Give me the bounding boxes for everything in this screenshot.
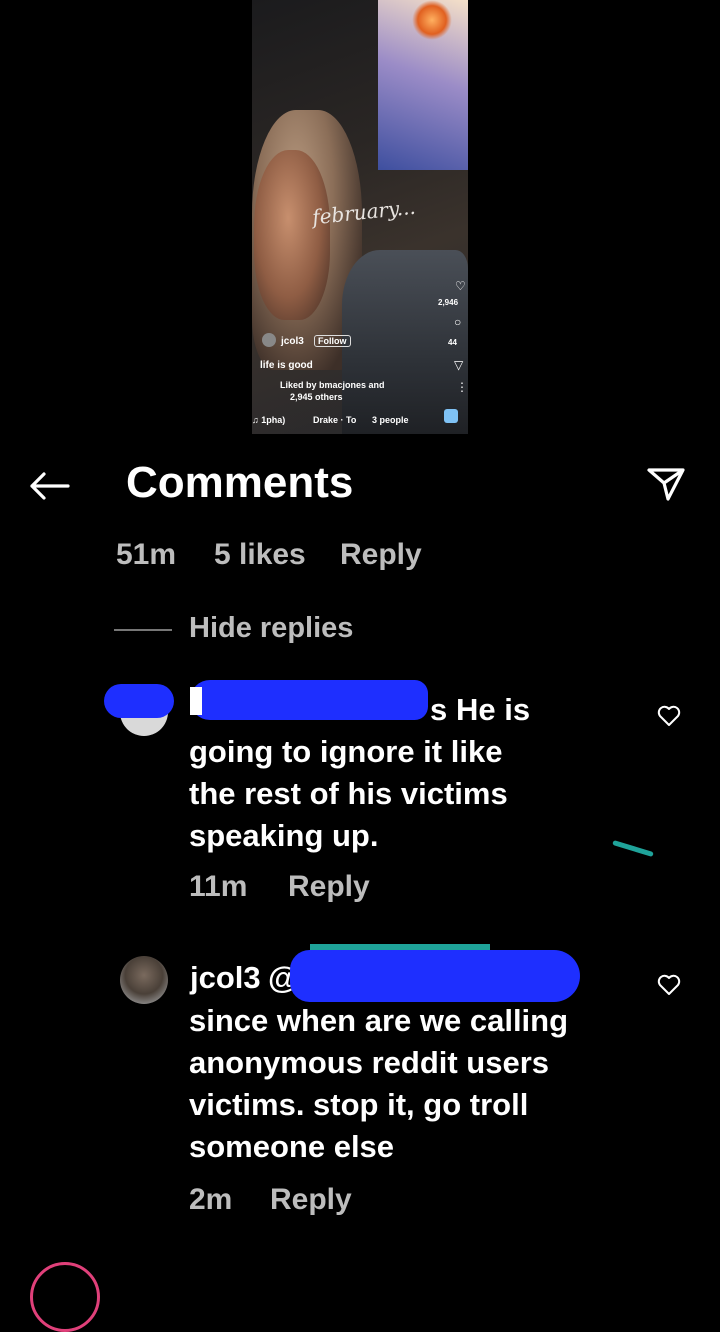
reply2-avatar[interactable] — [120, 956, 168, 1004]
hide-replies-button[interactable]: Hide replies — [189, 612, 353, 645]
story-like-count: 2,946 — [438, 298, 459, 307]
heart-icon[interactable] — [657, 705, 681, 727]
reply1-text-line: the rest of his victims — [189, 776, 508, 811]
hide-replies-divider — [114, 629, 172, 631]
reply2-text-line: victims. stop it, go troll — [189, 1087, 529, 1122]
story-people: 3 people — [372, 415, 409, 425]
username-redaction — [190, 680, 428, 720]
parent-reply-button[interactable]: Reply — [340, 538, 422, 572]
reply2-time: 2m — [189, 1183, 233, 1216]
reply2-username[interactable]: jcol3 — [190, 957, 261, 999]
parent-comment-time: 51m — [116, 538, 177, 571]
story-more-icon[interactable]: ⋮ — [456, 380, 468, 394]
reply1-reply-button[interactable]: Reply — [288, 870, 370, 904]
share-icon[interactable] — [646, 466, 686, 502]
avatar-redaction — [104, 684, 174, 718]
mention-redaction — [290, 950, 580, 1002]
story-preview[interactable]: february... ♡ 2,946 ○ 44 ▽ ⋮ jcol3 Follo… — [252, 0, 468, 434]
reply2-text-line: anonymous reddit users — [189, 1045, 550, 1080]
reply1-username-suffix[interactable]: s — [430, 689, 447, 731]
teal-scribble — [612, 839, 654, 858]
reply2-text-line: since when are we calling — [189, 1003, 569, 1038]
story-gallery-icon[interactable] — [444, 409, 458, 423]
story-liked-others: 2,945 others — [290, 392, 343, 402]
story-song: Drake · To — [313, 415, 357, 425]
story-username[interactable]: jcol3 — [281, 336, 304, 347]
story-liked-by: Liked by bmacjones and — [280, 380, 385, 390]
story-avatar[interactable] — [262, 333, 276, 347]
back-arrow-icon[interactable] — [28, 470, 70, 502]
story-heart-icon[interactable]: ♡ — [455, 279, 466, 293]
story-caption: life is good — [260, 360, 313, 371]
reply2-text-line: someone else — [189, 1129, 395, 1164]
story-music: ♫ 1pha) — [252, 415, 286, 425]
reply1-time: 11m — [189, 870, 248, 903]
story-comment-icon[interactable]: ○ — [454, 315, 461, 329]
reply1-text-first: He is — [456, 692, 531, 727]
story-comment-count: 44 — [448, 338, 457, 347]
heart-icon[interactable] — [657, 974, 681, 996]
reply1-text-line: speaking up. — [189, 818, 379, 853]
story-share-icon[interactable]: ▽ — [454, 358, 463, 372]
story-follow-button[interactable]: Follow — [314, 335, 351, 347]
parent-comment-likes[interactable]: 5 likes — [214, 538, 306, 572]
page-title: Comments — [126, 458, 354, 507]
reply2-reply-button[interactable]: Reply — [270, 1183, 352, 1217]
reply1-text-line: going to ignore it like — [189, 734, 503, 769]
bottom-avatar-ring — [30, 1262, 100, 1332]
username-fragment — [190, 687, 202, 715]
